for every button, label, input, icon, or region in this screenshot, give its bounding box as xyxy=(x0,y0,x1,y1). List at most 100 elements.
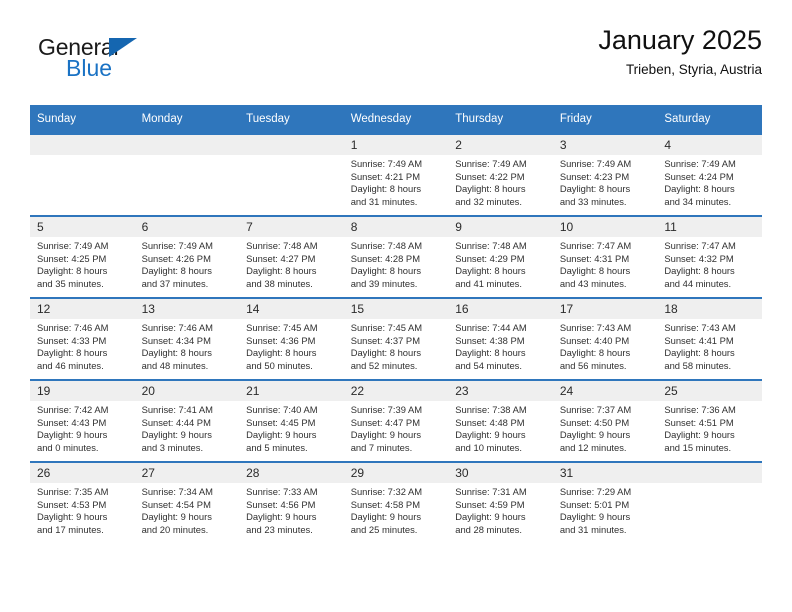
daylight-duration-line1: Daylight: 8 hours xyxy=(350,183,422,195)
calendar-day-cell[interactable]: 17 Sunrise: 7:43 AM Sunset: 4:40 PM Dayligh… xyxy=(552,297,658,380)
daylight-duration-line1: Daylight: 8 hours xyxy=(559,347,631,359)
sunrise-time: Sunrise: 7:34 AM xyxy=(141,486,213,497)
sunset-time: Sunset: 4:44 PM xyxy=(141,416,211,428)
calendar-day-cell[interactable]: 31 Sunrise: 7:29 AM Sunset: 5:01 PM Dayligh… xyxy=(552,461,658,543)
sunrise-time: Sunrise: 7:36 AM xyxy=(664,404,736,415)
calendar-day-cell[interactable]: 10 Sunrise: 7:47 AM Sunset: 4:31 PM Dayligh… xyxy=(552,215,658,298)
day-details: Sunrise: 7:39 AM Sunset: 4:47 PM Daylight:… xyxy=(344,401,449,454)
calendar-day-cell[interactable]: 3 Sunrise: 7:49 AM Sunset: 4:23 PM Daylight… xyxy=(552,133,658,216)
calendar-day-cell[interactable]: 9 Sunrise: 7:48 AM Sunset: 4:29 PM Daylight… xyxy=(448,215,553,298)
calendar-day-cell[interactable]: 26 Sunrise: 7:35 AM Sunset: 4:53 PM Dayligh… xyxy=(30,461,135,543)
sunset-time: Sunset: 4:36 PM xyxy=(246,334,316,346)
sunset-time: Sunset: 4:34 PM xyxy=(141,334,211,346)
sunrise-time: Sunrise: 7:33 AM xyxy=(246,486,318,497)
day-number xyxy=(134,135,240,155)
sunset-time: Sunset: 4:21 PM xyxy=(350,170,420,182)
sunrise-time: Sunrise: 7:38 AM xyxy=(455,404,527,415)
calendar-day-cell[interactable]: 14 Sunrise: 7:45 AM Sunset: 4:36 PM Dayligh… xyxy=(239,297,344,380)
calendar-day-cell[interactable]: 30 Sunrise: 7:31 AM Sunset: 4:59 PM Dayligh… xyxy=(448,461,553,543)
calendar-day-cell[interactable]: 2 Sunrise: 7:49 AM Sunset: 4:22 PM Daylight… xyxy=(448,133,553,216)
calendar-day-cell[interactable]: 7 Sunrise: 7:48 AM Sunset: 4:27 PM Daylight… xyxy=(239,215,344,298)
sunset-time: Sunset: 4:24 PM xyxy=(664,170,734,182)
sunset-time: Sunset: 4:41 PM xyxy=(664,334,734,346)
calendar-page: General Blue January 2025 Trieben, Styri… xyxy=(0,0,792,612)
daylight-duration-line1: Daylight: 9 hours xyxy=(37,511,108,523)
daylight-duration-line1: Daylight: 9 hours xyxy=(350,429,422,441)
calendar-day-cell[interactable]: 28 Sunrise: 7:33 AM Sunset: 4:56 PM Dayligh… xyxy=(239,461,344,543)
day-details: Sunrise: 7:49 AM Sunset: 4:24 PM Daylight:… xyxy=(657,155,762,208)
calendar-day-cell[interactable]: 4 Sunrise: 7:49 AM Sunset: 4:24 PM Daylight… xyxy=(657,133,762,216)
day-number: 21 xyxy=(239,381,344,401)
sunset-time: Sunset: 4:53 PM xyxy=(37,498,107,510)
sunset-time: Sunset: 4:31 PM xyxy=(559,252,630,264)
daylight-duration-line1: Daylight: 8 hours xyxy=(455,265,526,277)
calendar-day-cell[interactable]: 22 Sunrise: 7:39 AM Sunset: 4:47 PM Dayligh… xyxy=(343,379,449,462)
calendar-day-cell[interactable]: 5 Sunrise: 7:49 AM Sunset: 4:25 PM Daylight… xyxy=(30,215,135,298)
daylight-duration-line1: Daylight: 9 hours xyxy=(559,429,631,441)
daylight-duration-line2: and 58 minutes. xyxy=(664,359,732,371)
daylight-duration-line2: and 35 minutes. xyxy=(37,277,104,289)
day-number: 2 xyxy=(448,135,553,155)
sunrise-time: Sunrise: 7:49 AM xyxy=(350,158,423,169)
day-details: Sunrise: 7:46 AM Sunset: 4:34 PM Daylight:… xyxy=(135,319,240,372)
calendar-week-row: 19 Sunrise: 7:42 AM Sunset: 4:43 PM Dayligh… xyxy=(30,379,762,462)
calendar-day-cell[interactable]: 15 Sunrise: 7:45 AM Sunset: 4:37 PM Dayligh… xyxy=(343,297,449,380)
calendar-day-cell[interactable]: 27 Sunrise: 7:34 AM Sunset: 4:54 PM Dayligh… xyxy=(134,461,240,543)
calendar-day-cell[interactable]: 21 Sunrise: 7:40 AM Sunset: 4:45 PM Dayligh… xyxy=(239,379,344,462)
day-number: 30 xyxy=(448,463,553,483)
day-number xyxy=(30,135,135,155)
daylight-duration-line2: and 12 minutes. xyxy=(559,441,627,453)
calendar-day-cell[interactable]: 11 Sunrise: 7:47 AM Sunset: 4:32 PM Dayligh… xyxy=(657,215,762,298)
daylight-duration-line1: Daylight: 9 hours xyxy=(664,429,735,441)
calendar-day-cell[interactable]: 19 Sunrise: 7:42 AM Sunset: 4:43 PM Dayligh… xyxy=(30,379,135,462)
day-number: 9 xyxy=(448,217,553,237)
calendar-day-cell[interactable]: 24 Sunrise: 7:37 AM Sunset: 4:50 PM Dayligh… xyxy=(552,379,658,462)
calendar-day-cell[interactable]: 1 Sunrise: 7:49 AM Sunset: 4:21 PM Daylight… xyxy=(343,133,449,216)
daylight-duration-line2: and 43 minutes. xyxy=(559,277,627,289)
sunrise-sunset-calendar: Sunday Monday Tuesday Wednesday Thursday… xyxy=(30,105,762,543)
daylight-duration-line2: and 3 minutes. xyxy=(141,441,204,453)
day-number: 6 xyxy=(134,217,240,237)
daylight-duration-line1: Daylight: 8 hours xyxy=(455,347,526,359)
day-number: 3 xyxy=(552,135,658,155)
daylight-duration-line1: Daylight: 9 hours xyxy=(246,429,317,441)
calendar-body: 1 Sunrise: 7:49 AM Sunset: 4:21 PM Daylight… xyxy=(30,133,762,543)
daylight-duration-line1: Daylight: 9 hours xyxy=(455,511,526,523)
day-details: Sunrise: 7:45 AM Sunset: 4:37 PM Daylight:… xyxy=(344,319,449,372)
calendar-day-cell-empty xyxy=(134,133,240,216)
day-number: 16 xyxy=(448,299,553,319)
day-details: Sunrise: 7:31 AM Sunset: 4:59 PM Daylight:… xyxy=(448,483,553,536)
calendar-day-cell[interactable]: 29 Sunrise: 7:32 AM Sunset: 4:58 PM Dayligh… xyxy=(343,461,449,543)
calendar-day-cell[interactable]: 25 Sunrise: 7:36 AM Sunset: 4:51 PM Dayligh… xyxy=(657,379,762,462)
calendar-day-cell[interactable]: 20 Sunrise: 7:41 AM Sunset: 4:44 PM Dayligh… xyxy=(134,379,240,462)
day-details: Sunrise: 7:37 AM Sunset: 4:50 PM Daylight:… xyxy=(553,401,658,454)
day-details: Sunrise: 7:32 AM Sunset: 4:58 PM Daylight:… xyxy=(344,483,449,536)
sunset-time: Sunset: 4:56 PM xyxy=(246,498,316,510)
calendar-day-cell[interactable]: 13 Sunrise: 7:46 AM Sunset: 4:34 PM Dayligh… xyxy=(134,297,240,380)
day-number: 23 xyxy=(448,381,553,401)
day-details: Sunrise: 7:36 AM Sunset: 4:51 PM Daylight:… xyxy=(657,401,762,454)
day-number: 24 xyxy=(552,381,658,401)
day-number: 31 xyxy=(552,463,658,483)
calendar-day-cell[interactable]: 8 Sunrise: 7:48 AM Sunset: 4:28 PM Daylight… xyxy=(343,215,449,298)
day-number: 17 xyxy=(552,299,658,319)
weekday-header-friday: Friday xyxy=(552,105,658,134)
calendar-day-cell[interactable]: 12 Sunrise: 7:46 AM Sunset: 4:33 PM Dayligh… xyxy=(30,297,135,380)
day-details: Sunrise: 7:43 AM Sunset: 4:40 PM Daylight:… xyxy=(553,319,658,372)
daylight-duration-line1: Daylight: 9 hours xyxy=(141,429,212,441)
day-details: Sunrise: 7:49 AM Sunset: 4:22 PM Daylight:… xyxy=(448,155,553,208)
daylight-duration-line2: and 39 minutes. xyxy=(350,277,418,289)
calendar-day-cell[interactable]: 6 Sunrise: 7:49 AM Sunset: 4:26 PM Daylight… xyxy=(134,215,240,298)
day-number: 1 xyxy=(343,135,449,155)
calendar-day-cell-empty xyxy=(657,461,762,543)
title-block: January 2025 Trieben, Styria, Austria xyxy=(598,24,762,77)
sunset-time: Sunset: 4:26 PM xyxy=(141,252,211,264)
calendar-day-cell[interactable]: 23 Sunrise: 7:38 AM Sunset: 4:48 PM Dayligh… xyxy=(448,379,553,462)
daylight-duration-line2: and 20 minutes. xyxy=(141,523,209,535)
sunrise-time: Sunrise: 7:45 AM xyxy=(246,322,318,333)
weekday-header-saturday: Saturday xyxy=(657,105,762,134)
sunset-time: Sunset: 4:27 PM xyxy=(246,252,316,264)
sunrise-time: Sunrise: 7:46 AM xyxy=(141,322,213,333)
calendar-day-cell[interactable]: 16 Sunrise: 7:44 AM Sunset: 4:38 PM Dayligh… xyxy=(448,297,553,380)
calendar-day-cell[interactable]: 18 Sunrise: 7:43 AM Sunset: 4:41 PM Dayligh… xyxy=(657,297,762,380)
